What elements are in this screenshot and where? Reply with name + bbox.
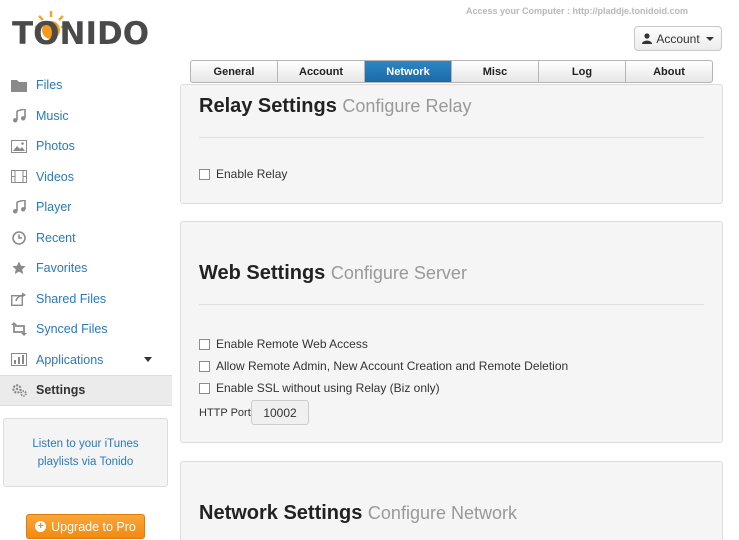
panel-subtitle-text: Configure Server	[330, 263, 467, 283]
remote-web-access-row: Enable Remote Web Access	[199, 337, 368, 351]
web-settings-panel: Web Settings Configure Server Enable Rem…	[180, 221, 723, 443]
film-icon	[11, 170, 27, 184]
enable-relay-row: Enable Relay	[199, 167, 287, 181]
sidebar-item-label: Player	[36, 200, 72, 215]
divider	[199, 137, 704, 138]
player-icon	[11, 200, 27, 214]
sidebar-item-photos[interactable]: Photos	[0, 131, 172, 162]
sidebar-item-label: Music	[36, 108, 69, 123]
tab-account[interactable]: Account	[278, 61, 365, 82]
http-port-input[interactable]: 10002	[251, 400, 309, 425]
star-icon	[11, 261, 27, 275]
http-port-label: HTTP Port:	[199, 407, 254, 419]
remote-web-access-label: Enable Remote Web Access	[216, 337, 368, 351]
logo-text: TONIDO	[12, 16, 150, 52]
music-icon	[11, 108, 27, 123]
sidebar-item-label: Applications	[36, 352, 104, 367]
sidebar-item-label: Synced Files	[36, 322, 108, 337]
divider	[199, 304, 704, 305]
enable-ssl-label: Enable SSL without using Relay (Biz only…	[216, 381, 440, 395]
caret-down-icon	[705, 36, 714, 41]
remote-admin-checkbox[interactable]	[199, 360, 210, 372]
sidebar-item-label: Shared Files	[36, 291, 107, 306]
promo-text: Listen to your iTunes playlists via Toni…	[32, 437, 139, 468]
remote-web-access-checkbox[interactable]	[199, 338, 210, 350]
remote-admin-row: Allow Remote Admin, New Account Creation…	[199, 359, 568, 373]
photo-icon	[11, 139, 27, 153]
tonido-logo[interactable]: TONIDO	[12, 11, 149, 52]
plus-circle-icon: +	[35, 521, 47, 532]
gear-icon	[11, 383, 27, 398]
enable-ssl-checkbox[interactable]	[199, 382, 210, 394]
relay-settings-title: Relay Settings Configure Relay	[199, 95, 471, 118]
tab-misc[interactable]: Misc	[452, 61, 539, 82]
tab-about[interactable]: About	[626, 61, 712, 82]
sidebar-item-label: Recent	[36, 230, 76, 245]
account-dropdown-button[interactable]: Account	[634, 26, 722, 51]
enable-relay-checkbox[interactable]	[199, 168, 210, 180]
access-url[interactable]: Access your Computer : http://pladdje.to…	[466, 6, 688, 16]
enable-ssl-row: Enable SSL without using Relay (Biz only…	[199, 381, 440, 395]
account-label: Account	[656, 31, 700, 46]
tab-network[interactable]: Network	[365, 61, 452, 82]
sidebar-item-files[interactable]: Files	[0, 70, 172, 101]
sidebar-item-settings[interactable]: Settings	[0, 375, 172, 406]
upgrade-to-pro-button[interactable]: + Upgrade to Pro	[26, 514, 145, 539]
sidebar-item-label: Photos	[36, 139, 75, 154]
folder-icon	[11, 78, 27, 92]
sidebar-item-music[interactable]: Music	[0, 101, 172, 132]
panel-title-text: Web Settings	[199, 262, 326, 284]
panel-title-text: Relay Settings	[199, 95, 337, 117]
upgrade-label: Upgrade to Pro	[51, 519, 136, 534]
sidebar-item-videos[interactable]: Videos	[0, 162, 172, 193]
share-icon	[11, 292, 27, 306]
sidebar-item-label: Files	[36, 78, 63, 93]
sidebar-item-synced-files[interactable]: Synced Files	[0, 314, 172, 345]
sidebar: Files Music Photos Videos Player Recent	[0, 70, 172, 406]
panel-subtitle-text: Configure Relay	[342, 96, 472, 116]
sidebar-item-applications[interactable]: Applications	[0, 345, 172, 376]
sidebar-item-label: Settings	[36, 383, 86, 398]
web-settings-title: Web Settings Configure Server	[199, 262, 467, 285]
settings-tabs: General Account Network Misc Log About	[190, 60, 713, 83]
caret-down-icon[interactable]	[144, 357, 152, 363]
relay-settings-panel: Relay Settings Configure Relay Enable Re…	[180, 84, 723, 204]
tab-log[interactable]: Log	[539, 61, 626, 82]
sidebar-item-recent[interactable]: Recent	[0, 223, 172, 254]
enable-relay-label: Enable Relay	[216, 167, 288, 181]
panel-title-text: Network Settings	[199, 502, 363, 524]
tab-general[interactable]: General	[191, 61, 278, 82]
clock-icon	[11, 230, 27, 245]
network-settings-title: Network Settings Configure Network	[199, 502, 517, 525]
sidebar-item-player[interactable]: Player	[0, 192, 172, 223]
sidebar-item-favorites[interactable]: Favorites	[0, 253, 172, 284]
sidebar-item-label: Videos	[36, 169, 74, 184]
network-settings-panel: Network Settings Configure Network	[180, 461, 723, 540]
sidebar-item-label: Favorites	[36, 261, 88, 276]
chart-icon	[11, 353, 27, 367]
sidebar-item-shared-files[interactable]: Shared Files	[0, 284, 172, 315]
sync-icon	[11, 322, 27, 337]
panel-subtitle-text: Configure Network	[367, 503, 517, 523]
user-icon	[642, 33, 653, 44]
remote-admin-label: Allow Remote Admin, New Account Creation…	[216, 359, 569, 373]
itunes-promo[interactable]: Listen to your iTunes playlists via Toni…	[3, 418, 168, 487]
